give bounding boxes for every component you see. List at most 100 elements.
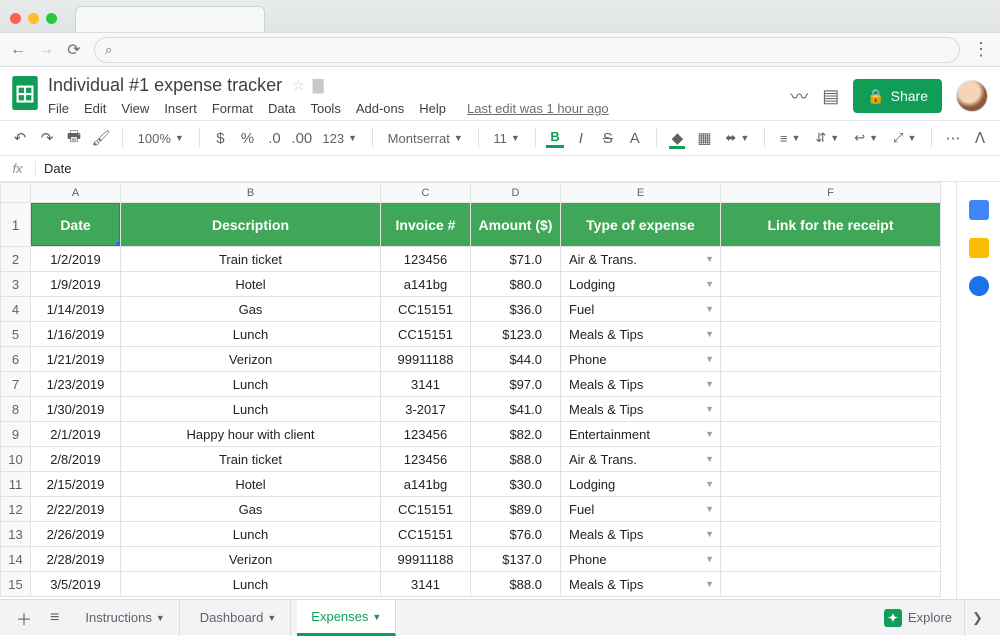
cell-invoice[interactable]: CC15151 <box>381 522 471 547</box>
cell-type[interactable]: Meals & Tips▼ <box>561 572 721 597</box>
chevron-down-icon[interactable]: ▼ <box>705 254 714 264</box>
table-row[interactable]: 61/21/2019Verizon99911188$44.0Phone▼ <box>1 347 941 372</box>
minimize-window-icon[interactable] <box>28 13 39 24</box>
side-panel-toggle-icon[interactable]: ❯ <box>964 600 990 636</box>
cell-amount[interactable]: $80.0 <box>471 272 561 297</box>
cell-date[interactable]: 1/21/2019 <box>31 347 121 372</box>
table-row[interactable]: 112/15/2019Hotela141bg$30.0Lodging▼ <box>1 472 941 497</box>
cell-type[interactable]: Phone▼ <box>561 547 721 572</box>
cell-date[interactable]: 2/1/2019 <box>31 422 121 447</box>
cell-link[interactable] <box>721 322 941 347</box>
chevron-down-icon[interactable]: ▼ <box>705 554 714 564</box>
cell-amount[interactable]: $76.0 <box>471 522 561 547</box>
chevron-down-icon[interactable]: ▼ <box>705 379 714 389</box>
select-all-corner[interactable] <box>1 183 31 203</box>
menu-file[interactable]: File <box>48 101 69 116</box>
row-header[interactable]: 6 <box>1 347 31 372</box>
cell-description[interactable]: Verizon <box>121 347 381 372</box>
header-date[interactable]: Date <box>31 203 121 247</box>
table-row[interactable]: 21/2/2019Train ticket123456$71.0Air & Tr… <box>1 247 941 272</box>
cell-link[interactable] <box>721 422 941 447</box>
cell-description[interactable]: Happy hour with client <box>121 422 381 447</box>
cell-type[interactable]: Fuel▼ <box>561 497 721 522</box>
cell-amount[interactable]: $88.0 <box>471 572 561 597</box>
chevron-down-icon[interactable]: ▼ <box>705 504 714 514</box>
increase-decimal-icon[interactable]: .00 <box>291 130 311 147</box>
cell-link[interactable] <box>721 447 941 472</box>
chevron-down-icon[interactable]: ▼ <box>705 479 714 489</box>
chevron-down-icon[interactable]: ▼ <box>705 329 714 339</box>
cell-date[interactable]: 1/23/2019 <box>31 372 121 397</box>
cell-link[interactable] <box>721 247 941 272</box>
cell-type[interactable]: Entertainment▼ <box>561 422 721 447</box>
bold-button[interactable]: B <box>546 128 563 148</box>
cell-date[interactable]: 2/28/2019 <box>31 547 121 572</box>
row-header[interactable]: 11 <box>1 472 31 497</box>
cell-invoice[interactable]: CC15151 <box>381 297 471 322</box>
cell-invoice[interactable]: 123456 <box>381 247 471 272</box>
menu-addons[interactable]: Add-ons <box>356 101 404 116</box>
cell-invoice[interactable]: a141bg <box>381 272 471 297</box>
table-row[interactable]: 102/8/2019Train ticket123456$88.0Air & T… <box>1 447 941 472</box>
header-invoice[interactable]: Invoice # <box>381 203 471 247</box>
row-header[interactable]: 15 <box>1 572 31 597</box>
cell-amount[interactable]: $41.0 <box>471 397 561 422</box>
formula-input[interactable]: Date <box>36 161 79 176</box>
cell-link[interactable] <box>721 397 941 422</box>
menu-insert[interactable]: Insert <box>164 101 197 116</box>
sheets-logo-icon[interactable] <box>10 73 40 113</box>
cell-description[interactable]: Hotel <box>121 472 381 497</box>
cell-invoice[interactable]: a141bg <box>381 472 471 497</box>
cell-amount[interactable]: $30.0 <box>471 472 561 497</box>
print-icon[interactable]: 🖶 <box>64 126 84 151</box>
star-icon[interactable]: ☆ <box>292 77 305 94</box>
row-header[interactable]: 7 <box>1 372 31 397</box>
table-row[interactable]: 142/28/2019Verizon99911188$137.0Phone▼ <box>1 547 941 572</box>
cell-link[interactable] <box>721 572 941 597</box>
cell-amount[interactable]: $89.0 <box>471 497 561 522</box>
cell-type[interactable]: Meals & Tips▼ <box>561 522 721 547</box>
cell-amount[interactable]: $137.0 <box>471 547 561 572</box>
col-header-f[interactable]: F <box>721 183 941 203</box>
cell-date[interactable]: 1/30/2019 <box>31 397 121 422</box>
cell-date[interactable]: 2/26/2019 <box>31 522 121 547</box>
cell-type[interactable]: Lodging▼ <box>561 272 721 297</box>
cell-description[interactable]: Verizon <box>121 547 381 572</box>
cell-amount[interactable]: $97.0 <box>471 372 561 397</box>
zoom-select[interactable]: 100%▼ <box>134 131 188 146</box>
cell-date[interactable]: 2/8/2019 <box>31 447 121 472</box>
col-header-e[interactable]: E <box>561 183 721 203</box>
format-percent-icon[interactable]: % <box>237 130 257 147</box>
cell-description[interactable]: Train ticket <box>121 247 381 272</box>
chevron-down-icon[interactable]: ▼ <box>705 579 714 589</box>
close-window-icon[interactable] <box>10 13 21 24</box>
cell-description[interactable]: Lunch <box>121 522 381 547</box>
last-edit-link[interactable]: Last edit was 1 hour ago <box>467 101 609 116</box>
row-header[interactable]: 8 <box>1 397 31 422</box>
paint-format-icon[interactable]: 🖌 <box>91 129 111 147</box>
font-size-select[interactable]: 11▼ <box>489 131 523 146</box>
cell-type[interactable]: Phone▼ <box>561 347 721 372</box>
table-row[interactable]: 122/22/2019GasCC15151$89.0Fuel▼ <box>1 497 941 522</box>
chevron-down-icon[interactable]: ▼ <box>705 454 714 464</box>
maximize-window-icon[interactable] <box>46 13 57 24</box>
all-sheets-icon[interactable]: ≡ <box>44 609 65 627</box>
avatar[interactable] <box>956 80 988 112</box>
folder-icon[interactable]: ▇ <box>313 77 324 94</box>
cell-amount[interactable]: $71.0 <box>471 247 561 272</box>
cell-type[interactable]: Meals & Tips▼ <box>561 372 721 397</box>
cell-invoice[interactable]: 3141 <box>381 372 471 397</box>
cell-description[interactable]: Train ticket <box>121 447 381 472</box>
tasks-addon-icon[interactable] <box>969 276 989 296</box>
add-sheet-icon[interactable]: ＋ <box>10 606 38 630</box>
row-header[interactable]: 14 <box>1 547 31 572</box>
cell-amount[interactable]: $44.0 <box>471 347 561 372</box>
chevron-down-icon[interactable]: ▼ <box>705 304 714 314</box>
header-link[interactable]: Link for the receipt <box>721 203 941 247</box>
more-toolbar-icon[interactable]: ⋯ <box>943 129 963 147</box>
cell-amount[interactable]: $123.0 <box>471 322 561 347</box>
document-title[interactable]: Individual #1 expense tracker <box>48 75 282 96</box>
cell-type[interactable]: Lodging▼ <box>561 472 721 497</box>
horizontal-align-button[interactable]: ≡▼ <box>776 131 805 146</box>
address-input[interactable]: ⌕ <box>94 37 960 63</box>
